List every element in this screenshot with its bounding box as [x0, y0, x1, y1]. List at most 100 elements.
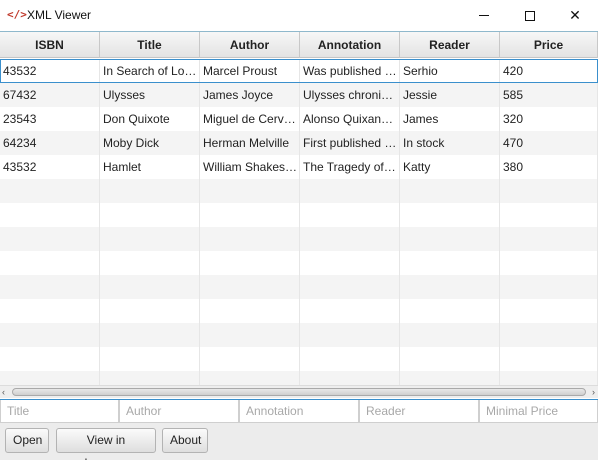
- books-table[interactable]: ISBN Title Author Annotation Reader Pric…: [0, 31, 598, 385]
- cell-price: [500, 227, 598, 251]
- cell-title: Ulysses: [100, 83, 200, 107]
- cell-author: James Joyce: [200, 83, 300, 107]
- filter-bar: [0, 399, 598, 423]
- empty-table-row: [0, 323, 598, 347]
- cell-price: [500, 347, 598, 371]
- cell-isbn: [0, 227, 100, 251]
- cell-price: [500, 275, 598, 299]
- cell-author: Herman Melville: [200, 131, 300, 155]
- cell-reader: Katty: [400, 155, 500, 179]
- window-title: XML Viewer: [27, 8, 92, 22]
- cell-title: Hamlet: [100, 155, 200, 179]
- column-header-reader[interactable]: Reader: [400, 32, 500, 58]
- close-button[interactable]: ✕: [552, 0, 598, 31]
- cell-annotation: [300, 251, 400, 275]
- cell-annotation: [300, 323, 400, 347]
- annotation-filter-input[interactable]: [239, 400, 359, 423]
- cell-isbn: [0, 323, 100, 347]
- cell-title: [100, 299, 200, 323]
- cell-isbn: [0, 275, 100, 299]
- cell-author: [200, 275, 300, 299]
- cell-annotation: [300, 203, 400, 227]
- cell-price: 380: [500, 155, 598, 179]
- column-header-isbn[interactable]: ISBN: [0, 32, 100, 58]
- minimize-button[interactable]: [461, 0, 507, 31]
- cell-isbn: [0, 203, 100, 227]
- min-price-filter-input[interactable]: [479, 400, 598, 423]
- cell-reader: James: [400, 107, 500, 131]
- scroll-left-icon[interactable]: ‹: [2, 387, 5, 398]
- cell-title: Don Quixote: [100, 107, 200, 131]
- cell-annotation: [300, 275, 400, 299]
- cell-annotation: [300, 299, 400, 323]
- scrollbar-thumb[interactable]: [12, 388, 586, 396]
- column-header-annotation[interactable]: Annotation: [300, 32, 400, 58]
- empty-table-row: [0, 179, 598, 203]
- empty-table-row: [0, 227, 598, 251]
- cell-title: Moby Dick: [100, 131, 200, 155]
- cell-reader: Jessie: [400, 83, 500, 107]
- table-row[interactable]: 43532In Search of Lost TimeMarcel Proust…: [0, 59, 598, 83]
- maximize-button[interactable]: [507, 0, 553, 31]
- cell-reader: In stock: [400, 131, 500, 155]
- cell-reader: [400, 203, 500, 227]
- empty-table-row: [0, 347, 598, 371]
- horizontal-scrollbar[interactable]: ‹ ›: [0, 385, 598, 398]
- table-body: 43532In Search of Lost TimeMarcel Proust…: [0, 59, 598, 385]
- title-bar: </> XML Viewer ✕: [0, 0, 598, 31]
- cell-isbn: [0, 251, 100, 275]
- cell-price: [500, 203, 598, 227]
- cell-author: [200, 227, 300, 251]
- maximize-icon: [525, 10, 535, 21]
- button-bar: Open View in browser About: [0, 423, 598, 460]
- cell-title: [100, 227, 200, 251]
- cell-reader: [400, 371, 500, 385]
- table-row[interactable]: 67432 Ulysses James Joyce Ulysses chronicle…: [0, 83, 598, 107]
- cell-isbn: 43532: [0, 155, 100, 179]
- reader-filter-input[interactable]: [359, 400, 479, 423]
- empty-table-row: [0, 203, 598, 227]
- cell-annotation: Alonso Quixano, a retired country gentle…: [300, 107, 400, 131]
- author-filter-input[interactable]: [119, 400, 239, 423]
- title-filter-input[interactable]: [0, 400, 119, 423]
- column-header-title[interactable]: Title: [100, 32, 200, 58]
- cell-isbn: 64234: [0, 131, 100, 155]
- minimize-icon: [479, 15, 489, 16]
- cell-isbn: [0, 347, 100, 371]
- open-button[interactable]: Open: [5, 428, 49, 453]
- cell-annotation: Ulysses chronicles the peripatetic appoi…: [300, 83, 400, 107]
- column-header-author[interactable]: Author: [200, 32, 300, 58]
- cell-author: [200, 371, 300, 385]
- cell-author: [200, 179, 300, 203]
- cell-reader: Serhio: [400, 59, 500, 83]
- cell-reader: [400, 347, 500, 371]
- xml-code-icon: </>: [7, 8, 27, 21]
- column-header-price[interactable]: Price: [500, 32, 598, 58]
- cell-annotation: First published in 1851: [300, 131, 400, 155]
- cell-annotation: [300, 371, 400, 385]
- cell-annotation: [300, 347, 400, 371]
- cell-title: [100, 251, 200, 275]
- cell-author: Miguel de Cervantes: [200, 107, 300, 131]
- cell-title: [100, 179, 200, 203]
- table-row[interactable]: 23543Don QuixoteMiguel de CervantesAlons…: [0, 107, 598, 131]
- cell-author: William Shakespeare: [200, 155, 300, 179]
- cell-title: [100, 203, 200, 227]
- cell-price: [500, 179, 598, 203]
- table-header: ISBN Title Author Annotation Reader Pric…: [0, 32, 598, 58]
- table-row[interactable]: 43532HamletWilliam ShakespeareThe Traged…: [0, 155, 598, 179]
- cell-reader: [400, 299, 500, 323]
- scroll-right-icon[interactable]: ›: [592, 387, 595, 398]
- cell-title: [100, 347, 200, 371]
- about-button[interactable]: About: [162, 428, 208, 453]
- cell-isbn: [0, 179, 100, 203]
- empty-table-row: [0, 299, 598, 323]
- cell-author: [200, 251, 300, 275]
- cell-author: [200, 323, 300, 347]
- table-row[interactable]: 64234 Moby Dick Herman Melville First publi…: [0, 131, 598, 155]
- view-in-browser-button[interactable]: View in browser: [56, 428, 156, 460]
- cell-author: Marcel Proust: [200, 59, 300, 83]
- cell-reader: [400, 275, 500, 299]
- empty-table-row: [0, 251, 598, 275]
- cell-reader: [400, 323, 500, 347]
